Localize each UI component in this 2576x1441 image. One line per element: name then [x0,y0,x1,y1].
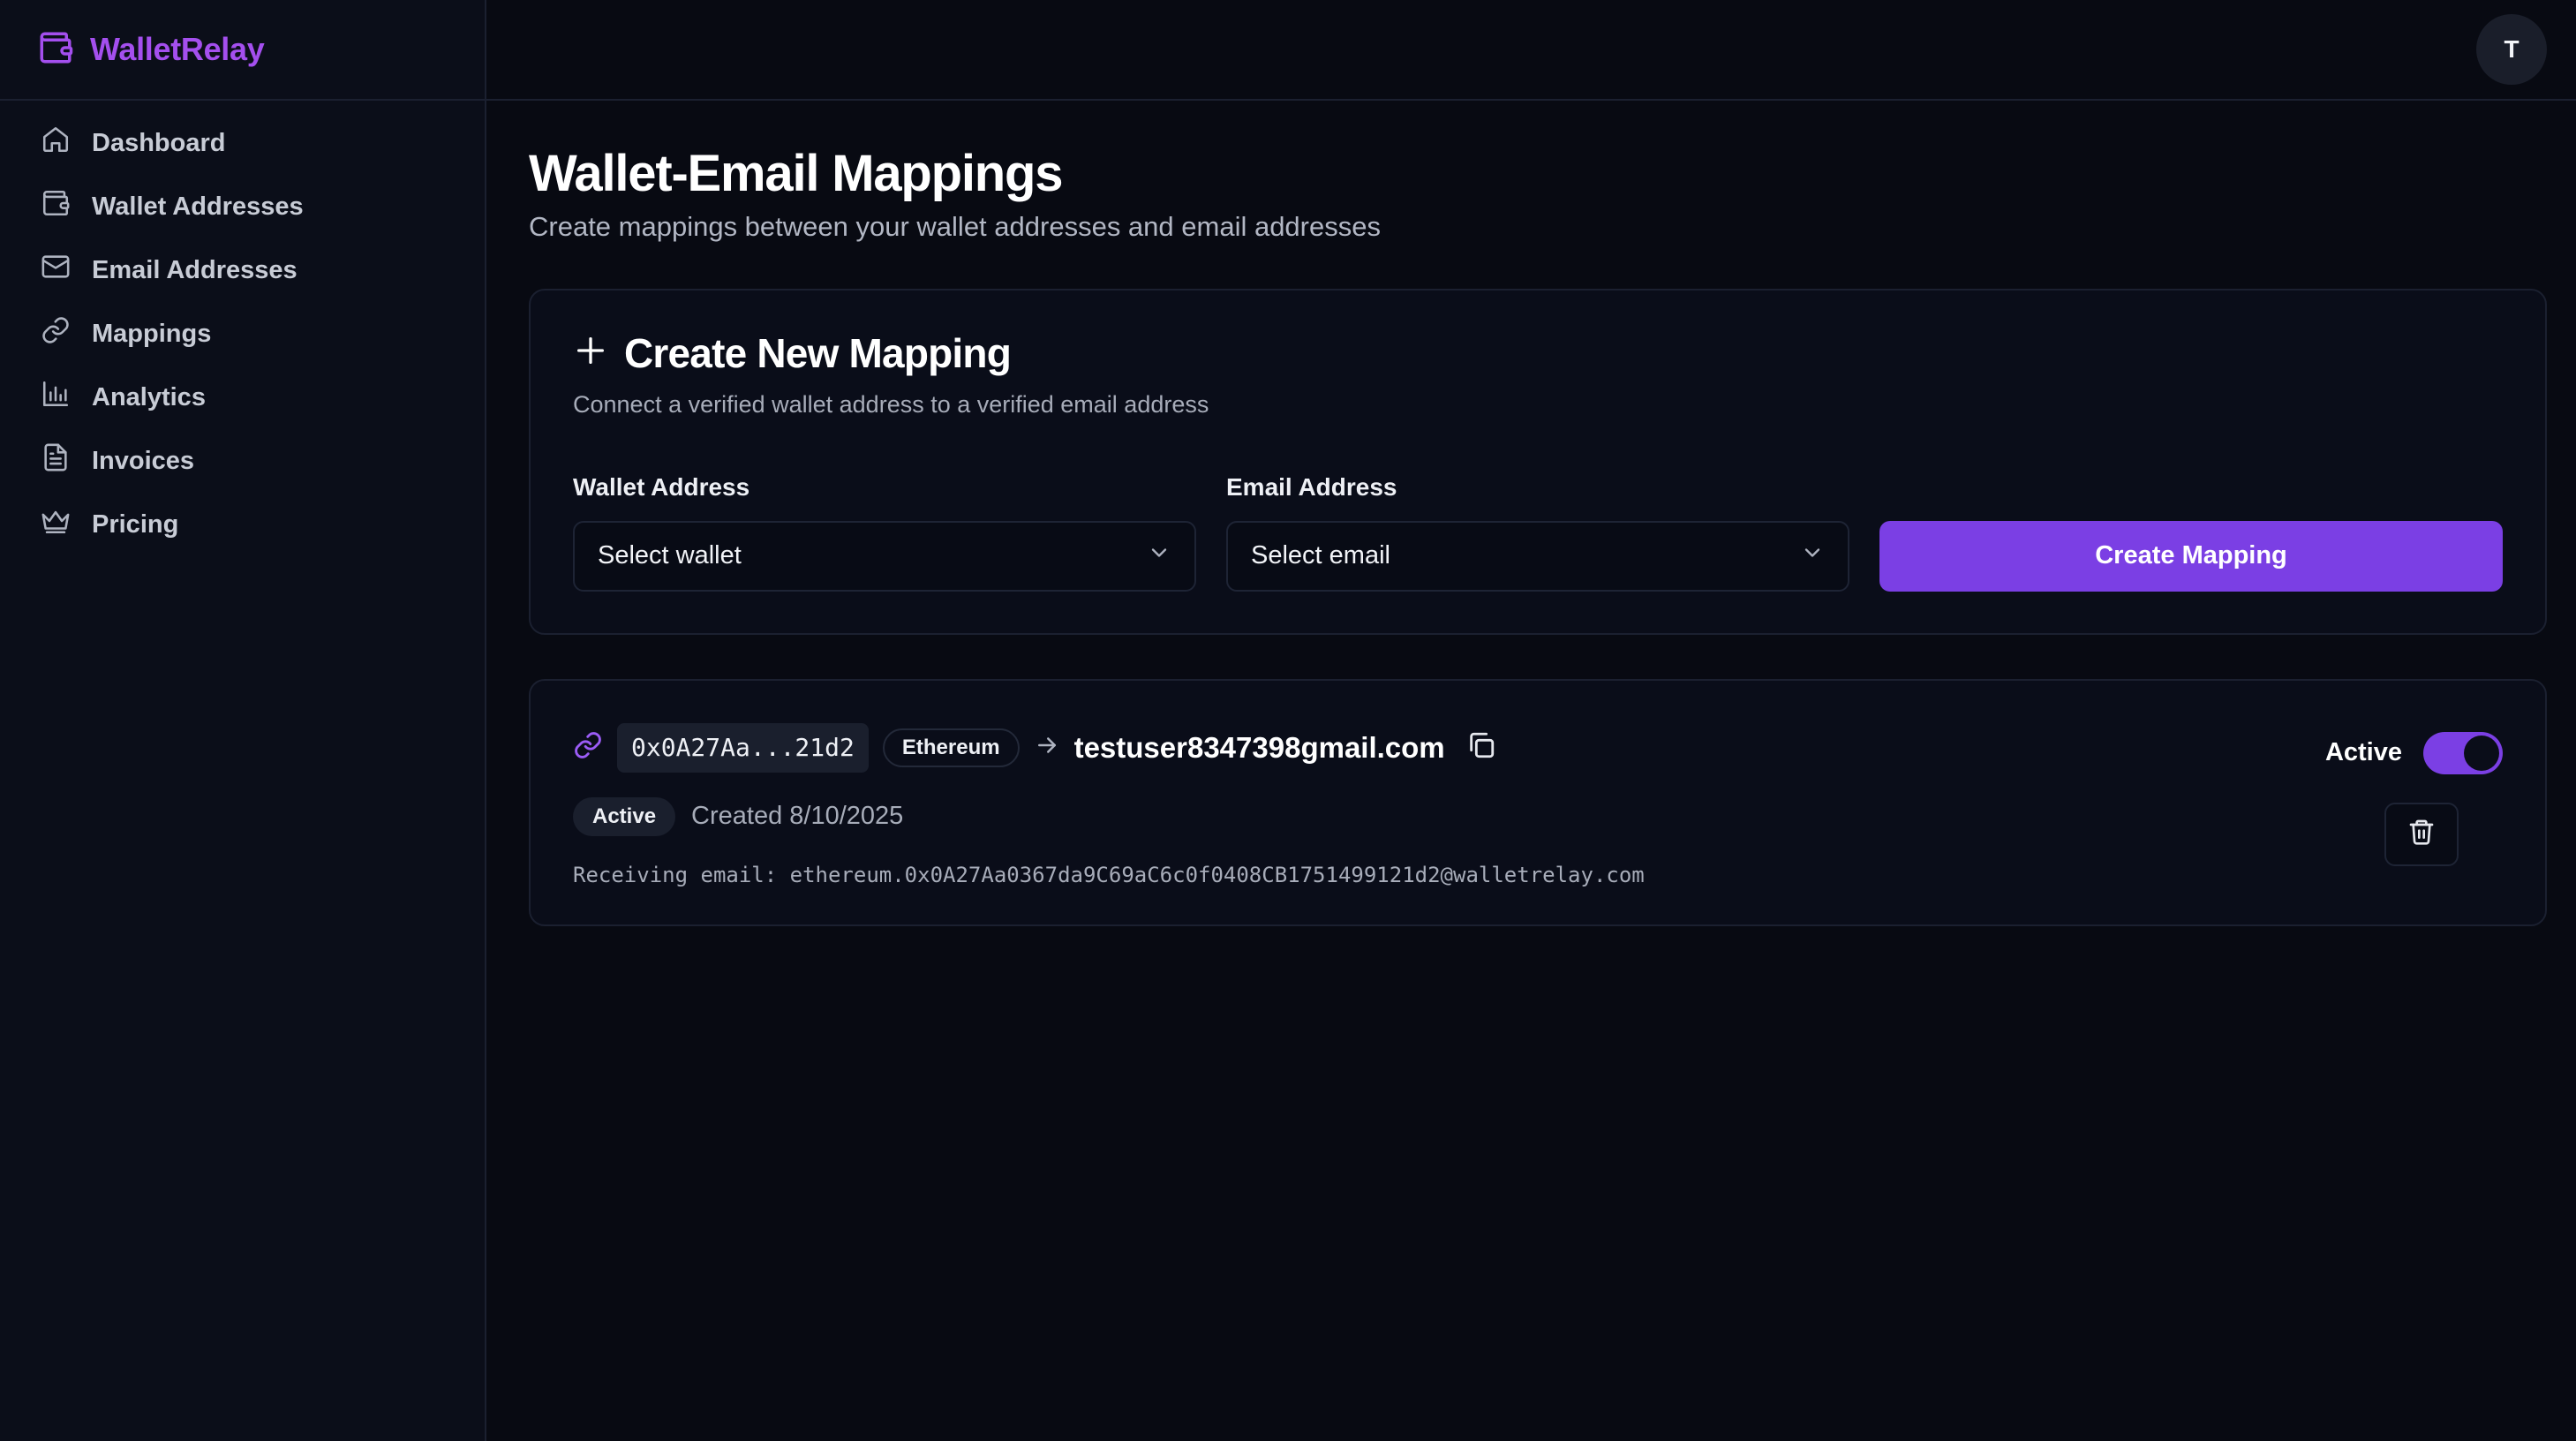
wallet-icon [41,188,71,225]
sidebar-item-analytics[interactable]: Analytics [0,366,485,429]
main-area: T Wallet-Email Mappings Create mappings … [486,0,2576,1441]
email-select-value: Select email [1251,541,1390,570]
sidebar-item-label: Mappings [92,319,212,348]
page-title: Wallet-Email Mappings [529,145,1063,202]
email-field: Email Address Select email [1226,473,1849,592]
sidebar-item-wallet-addresses[interactable]: Wallet Addresses [0,175,485,238]
bar-chart-icon [41,379,71,416]
sidebar-item-label: Wallet Addresses [92,192,304,221]
mapping-form: Wallet Address Select wallet Email Addre… [573,473,2503,592]
link-icon [41,315,71,352]
mapping-controls: Active [2324,731,2503,866]
mapping-header-row: 0x0A27Aa...21d2 Ethereum testuser8347398… [573,722,2503,773]
app-root: WalletRelay Dashboard Wallet Addresses E… [0,0,2576,1441]
wallet-select-value: Select wallet [598,541,742,570]
brand[interactable]: WalletRelay [0,0,485,101]
card-title-row: Create New Mapping [573,329,2503,377]
sidebar-item-label: Dashboard [92,128,226,157]
create-mapping-button[interactable]: Create Mapping [1879,520,2503,592]
active-toggle[interactable] [2423,731,2503,774]
chain-badge: Ethereum [882,728,1020,767]
mapping-card: 0x0A27Aa...21d2 Ethereum testuser8347398… [529,678,2547,926]
wallet-address-chip: 0x0A27Aa...21d2 [617,722,869,773]
wallet-select[interactable]: Select wallet [573,520,1196,592]
link-icon [573,730,603,765]
create-mapping-card: Create New Mapping Connect a verified wa… [529,288,2547,635]
sidebar-nav: Dashboard Wallet Addresses Email Address… [0,101,485,556]
file-text-icon [41,442,71,479]
brand-name: WalletRelay [90,31,265,67]
chevron-down-icon [1800,540,1825,572]
crown-icon [41,506,71,543]
email-label: Email Address [1226,472,1397,501]
chevron-down-icon [1147,540,1171,572]
topbar: T [486,0,2576,101]
mapping-meta-row: Active Created 8/10/2025 [573,796,2503,836]
copy-icon[interactable] [1466,730,1496,765]
avatar[interactable]: T [2476,14,2547,85]
sidebar: WalletRelay Dashboard Wallet Addresses E… [0,0,486,1441]
toggle-label: Active [2324,738,2402,767]
card-description: Connect a verified wallet address to a v… [573,390,1209,418]
created-date: Created 8/10/2025 [691,802,904,831]
sidebar-item-pricing[interactable]: Pricing [0,493,485,556]
trash-icon [2407,818,2436,850]
sidebar-item-label: Analytics [92,382,206,411]
delete-button[interactable] [2384,802,2459,866]
page-subtitle: Create mappings between your wallet addr… [529,210,1381,242]
email-select[interactable]: Select email [1226,520,1849,592]
wallet-label: Wallet Address [573,472,750,501]
sidebar-item-dashboard[interactable]: Dashboard [0,111,485,175]
wallet-field: Wallet Address Select wallet [573,473,1196,592]
arrow-right-icon [1034,732,1060,763]
receiving-email: Receiving email: ethereum.0x0A27Aa0367da… [573,862,1645,887]
plus-icon [573,333,608,373]
sidebar-item-mappings[interactable]: Mappings [0,302,485,366]
sidebar-item-label: Pricing [92,509,179,539]
home-icon [41,124,71,162]
sidebar-item-label: Invoices [92,446,195,475]
toggle-knob [2464,735,2499,771]
page-content: Wallet-Email Mappings Create mappings be… [486,101,2576,926]
status-badge: Active [573,796,676,836]
wallet-icon [37,29,74,71]
mail-icon [41,252,71,289]
sidebar-item-invoices[interactable]: Invoices [0,429,485,493]
sidebar-item-label: Email Addresses [92,255,298,284]
active-toggle-row: Active [2324,731,2503,774]
sidebar-item-email-addresses[interactable]: Email Addresses [0,238,485,302]
card-title: Create New Mapping [624,329,1012,376]
mapped-email: testuser8347398gmail.com [1073,730,1445,764]
